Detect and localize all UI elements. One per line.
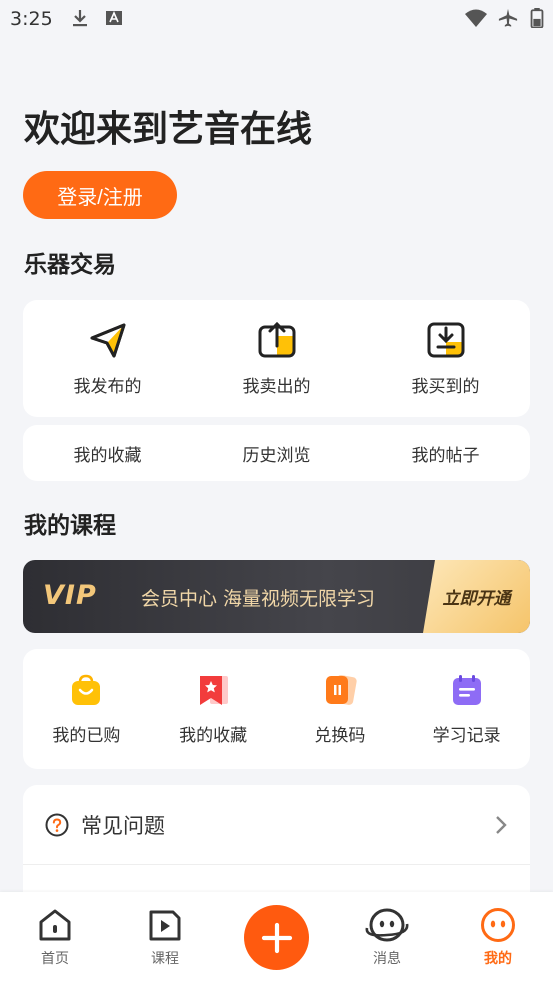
tab-home[interactable]: 首页: [0, 892, 110, 984]
course-action-label: 我的收藏: [179, 725, 248, 746]
create-post-button[interactable]: [244, 905, 309, 970]
course-action-label: 我的已购: [52, 725, 121, 746]
login-register-button[interactable]: 登录/注册: [23, 171, 177, 219]
link-my-posts[interactable]: 我的帖子: [361, 441, 530, 466]
battery-icon: [530, 8, 544, 28]
plus-icon: [261, 922, 292, 953]
font-icon: [106, 11, 122, 25]
course-actions-card: 我的已购 我的收藏 兑换码 学习记录: [23, 649, 530, 769]
section-title-trade: 乐器交易: [24, 252, 116, 278]
tab-profile[interactable]: 我的: [443, 892, 553, 984]
send-icon: [90, 323, 125, 358]
faq-label: 常见问题: [81, 813, 165, 838]
course-action-favorites[interactable]: 我的收藏: [150, 649, 277, 769]
upload-box-icon: [258, 321, 295, 358]
bookmark-star-icon: [200, 675, 229, 705]
tab-label: 我的: [484, 951, 512, 967]
course-action-label: 学习记录: [432, 725, 501, 746]
link-history[interactable]: 历史浏览: [192, 441, 361, 466]
status-bar: 3:25: [0, 0, 553, 38]
download-icon: [73, 10, 87, 27]
vip-banner[interactable]: VIP 会员中心 海量视频无限学习 立即开通: [23, 560, 530, 633]
trade-action-label: 我发布的: [73, 377, 142, 397]
notebook-icon: [452, 674, 481, 705]
wifi-icon: [465, 9, 487, 27]
trade-actions-card: 我发布的 我卖出的 我买到的: [23, 300, 530, 417]
faq-row[interactable]: 常见问题: [23, 785, 530, 865]
welcome-title: 欢迎来到艺音在线: [24, 109, 313, 150]
status-time: 3:25: [10, 8, 53, 30]
tab-label: 首页: [41, 951, 69, 967]
tab-label: 课程: [151, 951, 179, 967]
profile-face-icon: [481, 908, 515, 942]
question-icon: [45, 813, 69, 836]
trade-action-sold[interactable]: 我卖出的: [192, 300, 361, 417]
chevron-right-icon: [496, 815, 507, 834]
vip-open-button[interactable]: 立即开通: [423, 560, 530, 633]
download-box-icon: [427, 322, 464, 358]
tab-messages[interactable]: 消息: [332, 892, 442, 984]
vip-logo: VIP: [43, 580, 97, 611]
coupon-icon: [325, 674, 357, 705]
course-action-purchased[interactable]: 我的已购: [23, 649, 150, 769]
tab-label: 消息: [373, 951, 401, 967]
section-title-courses: 我的课程: [24, 513, 116, 539]
trade-action-label: 我买到的: [411, 377, 480, 397]
trade-action-bought[interactable]: 我买到的: [361, 300, 530, 417]
course-action-label: 兑换码: [314, 725, 366, 746]
trade-links-card: 我的收藏 历史浏览 我的帖子: [23, 425, 530, 481]
trade-action-published[interactable]: 我发布的: [23, 300, 192, 417]
home-icon: [39, 909, 71, 941]
airplane-icon: [498, 8, 518, 27]
link-favorites[interactable]: 我的收藏: [23, 441, 192, 466]
trade-action-label: 我卖出的: [242, 377, 311, 397]
message-face-icon: [365, 908, 409, 942]
play-icon: [149, 910, 181, 941]
course-action-records[interactable]: 学习记录: [403, 649, 530, 769]
course-action-redeem[interactable]: 兑换码: [277, 649, 404, 769]
shopping-bag-icon: [72, 674, 101, 705]
vip-text: 会员中心 海量视频无限学习: [141, 588, 376, 610]
tab-courses[interactable]: 课程: [110, 892, 220, 984]
